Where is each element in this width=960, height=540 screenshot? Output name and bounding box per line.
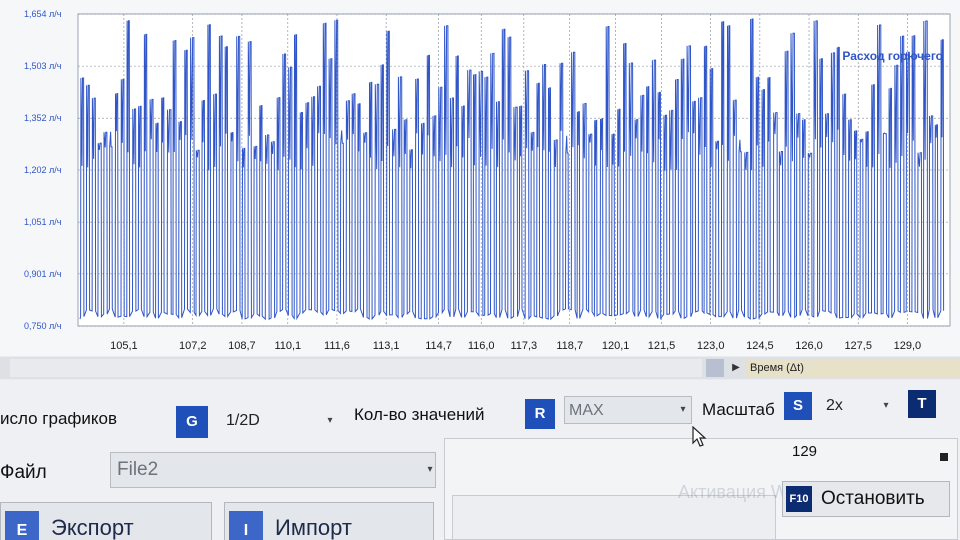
horizontal-scrollbar[interactable]: ▶ Время (Δt) xyxy=(0,357,960,379)
y-tick-label: 0,901 л/ч xyxy=(24,269,62,279)
y-tick-label: 1,503 л/ч xyxy=(24,61,62,71)
x-tick-label: 118,7 xyxy=(556,340,583,352)
control-panel: исло графиков G 1/2D ▾ Кол-во значений R… xyxy=(0,380,960,540)
counter-value: 129 xyxy=(792,443,818,460)
x-tick-label: 123,0 xyxy=(697,340,725,352)
x-tick-label: 121,5 xyxy=(648,340,676,352)
scale-key[interactable]: S xyxy=(784,392,812,420)
y-tick-label: 1,202 л/ч xyxy=(24,165,62,175)
x-tick-label: 120,1 xyxy=(602,340,630,352)
x-tick-label: 124,5 xyxy=(746,340,774,352)
series-name-label: Расход горючего xyxy=(842,49,943,63)
stop-key: F10 xyxy=(786,486,812,512)
scale-label: Масштаб xyxy=(702,400,775,419)
x-tick-label: 110,1 xyxy=(274,340,301,352)
value-count-label: Кол-во значений xyxy=(354,405,485,424)
x-tick-label: 113,1 xyxy=(373,340,400,352)
file-label: Файл xyxy=(0,462,47,483)
x-tick-label: 107,2 xyxy=(179,340,207,352)
fuel-consumption-chart: 1,654 л/ч 1,503 л/ч 1,352 л/ч 1,202 л/ч 1,05… xyxy=(24,9,951,352)
toggle-key[interactable]: T xyxy=(908,390,936,418)
y-tick-label: 0,750 л/ч xyxy=(24,321,62,331)
chevron-right-icon[interactable]: ▶ xyxy=(728,359,744,377)
time-axis-label: Время (Δt) xyxy=(746,359,960,377)
y-tick-label: 1,352 л/ч xyxy=(24,113,62,123)
x-tick-label: 127,5 xyxy=(844,340,872,352)
mouse-pointer-icon xyxy=(692,426,707,447)
import-button[interactable]: I Импорт xyxy=(224,502,434,540)
scale-select[interactable]: 2x xyxy=(822,392,882,420)
export-key: E xyxy=(5,511,39,540)
stop-button-label: Остановить xyxy=(821,488,925,509)
chart-area: 1,654 л/ч 1,503 л/ч 1,352 л/ч 1,202 л/ч 1,05… xyxy=(0,0,960,356)
chevron-down-icon[interactable]: ▾ xyxy=(677,396,689,424)
file-select[interactable]: File2 xyxy=(110,452,436,488)
export-button-label: Экспорт xyxy=(51,515,134,540)
x-tick-label: 114,7 xyxy=(425,340,452,352)
scrollbar-track[interactable] xyxy=(10,359,702,377)
x-tick-label: 116,0 xyxy=(468,340,495,352)
x-tick-label: 117,3 xyxy=(510,340,537,352)
x-tick-label: 129,0 xyxy=(894,340,922,352)
graph-count-key[interactable]: G xyxy=(176,406,208,438)
stop-square-icon xyxy=(940,453,948,461)
chevron-down-icon[interactable]: ▾ xyxy=(324,407,336,435)
x-tick-label: 105,1 xyxy=(110,340,138,352)
x-tick-label: 108,7 xyxy=(228,340,256,352)
y-tick-label: 1,654 л/ч xyxy=(24,9,62,19)
value-count-key[interactable]: R xyxy=(525,399,555,429)
chevron-down-icon[interactable]: ▾ xyxy=(424,456,436,484)
chevron-down-icon[interactable]: ▾ xyxy=(880,392,892,420)
x-tick-label: 126,0 xyxy=(795,340,823,352)
scrollbar-thumb[interactable] xyxy=(706,359,724,377)
import-button-label: Импорт xyxy=(275,515,352,540)
value-count-select[interactable]: MAX xyxy=(564,396,692,424)
graph-count-label: исло графиков xyxy=(0,409,117,428)
export-button[interactable]: E Экспорт xyxy=(0,502,212,540)
import-key: I xyxy=(229,511,263,540)
stop-button[interactable]: F10 Остановить xyxy=(782,481,950,517)
y-tick-label: 1,051 л/ч xyxy=(24,217,62,227)
graph-count-select[interactable]: 1/2D xyxy=(222,407,332,435)
x-tick-label: 111,6 xyxy=(324,340,350,352)
